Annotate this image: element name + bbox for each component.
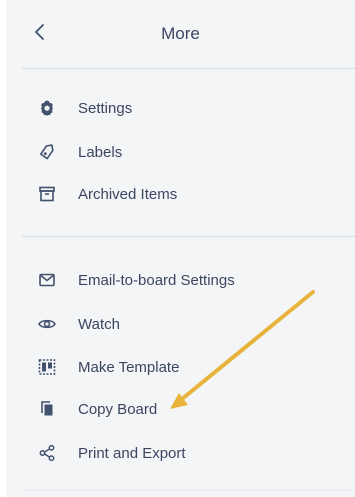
- menu-item-email-to-board-settings[interactable]: Email-to-board Settings: [22, 263, 342, 297]
- menu-item-label: Email-to-board Settings: [78, 271, 235, 289]
- panel-title: More: [161, 24, 200, 43]
- menu-item-labels[interactable]: Labels: [22, 135, 342, 169]
- menu-item-label: Make Template: [78, 358, 180, 376]
- header-divider: [22, 68, 355, 69]
- menu-item-settings[interactable]: Settings: [22, 91, 342, 125]
- menu-item-label: Labels: [78, 143, 123, 161]
- menu-item-label: Watch: [78, 315, 120, 333]
- bottom-divider: [22, 490, 355, 491]
- more-menu-panel: More Settings Labels Archived Items Emai…: [6, 0, 355, 497]
- eye-icon: [36, 313, 58, 335]
- menu-item-label: Settings: [78, 99, 133, 117]
- copy-icon: [36, 398, 58, 420]
- share-icon: [36, 442, 58, 464]
- section-divider: [22, 236, 355, 237]
- menu-item-archived-items[interactable]: Archived Items: [22, 177, 342, 211]
- menu-item-label: Archived Items: [78, 185, 178, 203]
- template-icon: [36, 356, 58, 378]
- menu-item-label: Copy Board: [78, 400, 158, 418]
- menu-item-watch[interactable]: Watch: [22, 307, 342, 341]
- envelope-icon: [36, 269, 58, 291]
- tag-icon: [36, 141, 58, 163]
- gear-icon: [36, 97, 58, 119]
- menu-item-copy-board[interactable]: Copy Board: [22, 392, 342, 426]
- menu-item-print-and-export[interactable]: Print and Export: [22, 436, 342, 470]
- menu-item-make-template[interactable]: Make Template: [22, 350, 342, 384]
- menu-item-label: Print and Export: [78, 444, 186, 462]
- archive-icon: [36, 183, 58, 205]
- panel-header: More: [6, 0, 355, 68]
